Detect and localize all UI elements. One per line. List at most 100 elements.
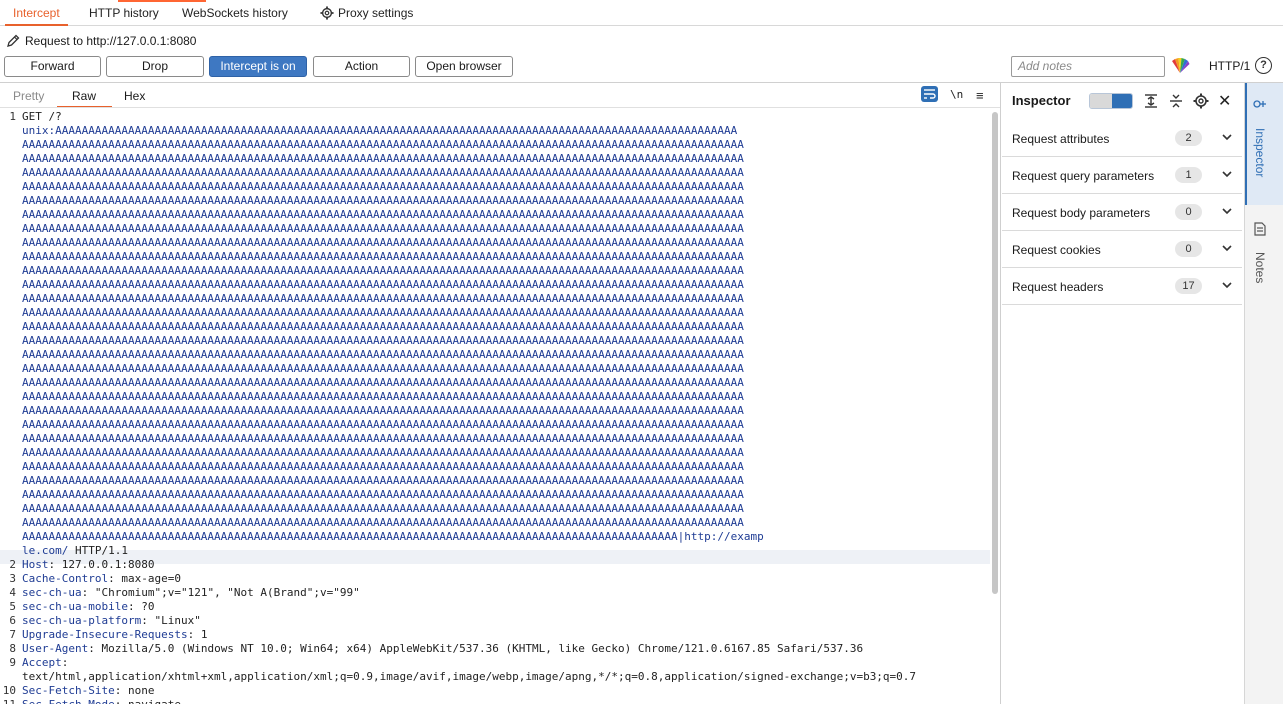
header-line: User-Agent: Mozilla/5.0 (Windows NT 10.0… bbox=[22, 642, 863, 656]
tab-websockets-history[interactable]: WebSockets history bbox=[182, 6, 288, 26]
proxy-settings-label: Proxy settings bbox=[338, 6, 414, 20]
query-param-line: AAAAAAAAAAAAAAAAAAAAAAAAAAAAAAAAAAAAAAAA… bbox=[22, 502, 744, 515]
query-param-line: AAAAAAAAAAAAAAAAAAAAAAAAAAAAAAAAAAAAAAAA… bbox=[22, 306, 744, 319]
header-name: sec-ch-ua-platform bbox=[22, 614, 142, 627]
inspector-title: Inspector bbox=[1012, 93, 1071, 108]
line-number bbox=[0, 670, 16, 684]
query-param-line: AAAAAAAAAAAAAAAAAAAAAAAAAAAAAAAAAAAAAAAA… bbox=[22, 530, 764, 544]
chevron-down-icon[interactable] bbox=[1221, 168, 1233, 180]
forward-button[interactable]: Forward bbox=[4, 56, 101, 77]
menu-icon[interactable]: ≡ bbox=[976, 88, 984, 103]
tab-http-history[interactable]: HTTP history bbox=[89, 6, 159, 26]
line-number: 3 bbox=[9, 572, 16, 585]
header-line: text/html,application/xhtml+xml,applicat… bbox=[22, 670, 916, 684]
query-param-line: AAAAAAAAAAAAAAAAAAAAAAAAAAAAAAAAAAAAAAAA… bbox=[22, 432, 744, 445]
line-number: 10 bbox=[2, 684, 16, 697]
close-icon[interactable]: ✕ bbox=[1218, 91, 1231, 111]
word-wrap-icon[interactable] bbox=[921, 86, 938, 102]
inspector-row-label: Request headers bbox=[1012, 280, 1104, 294]
line-number: 6 bbox=[9, 614, 16, 627]
query-param-line: AAAAAAAAAAAAAAAAAAAAAAAAAAAAAAAAAAAAAAAA… bbox=[22, 320, 744, 333]
header-value: "Linux" bbox=[147, 614, 201, 627]
chevron-down-icon[interactable] bbox=[1221, 205, 1233, 217]
chevron-down-icon[interactable] bbox=[1221, 242, 1233, 254]
editor-tab-raw[interactable]: Raw bbox=[56, 89, 113, 108]
inspector-row-label: Request attributes bbox=[1012, 132, 1110, 146]
query-param-url: le.com/ bbox=[22, 544, 69, 557]
query-param-line: AAAAAAAAAAAAAAAAAAAAAAAAAAAAAAAAAAAAAAAA… bbox=[22, 362, 744, 375]
query-param-line: AAAAAAAAAAAAAAAAAAAAAAAAAAAAAAAAAAAAAAAA… bbox=[22, 194, 744, 207]
count-badge: 2 bbox=[1175, 130, 1202, 146]
header-value: "Chromium";v="121", "Not A(Brand";v="99" bbox=[88, 586, 360, 599]
inspector-row-cookies[interactable]: Request cookies 0 bbox=[1002, 231, 1242, 268]
highlight-color-icon[interactable] bbox=[1170, 57, 1190, 75]
line-number: 4 bbox=[9, 586, 16, 599]
count-badge: 0 bbox=[1175, 241, 1202, 257]
collapse-all-icon[interactable] bbox=[1168, 93, 1184, 109]
chevron-down-icon[interactable] bbox=[1221, 131, 1233, 143]
header-value: navigate bbox=[121, 698, 181, 704]
request-target-label: Request to http://127.0.0.1:8080 bbox=[25, 34, 197, 48]
line-number: 5 bbox=[9, 600, 16, 613]
inspector-row-query-parameters[interactable]: Request query parameters 1 bbox=[1002, 157, 1242, 194]
help-icon[interactable]: ? bbox=[1255, 57, 1272, 74]
editor-tab-hex[interactable]: Hex bbox=[124, 89, 145, 106]
panel-divider[interactable] bbox=[1000, 83, 1001, 704]
query-param-line: AAAAAAAAAAAAAAAAAAAAAAAAAAAAAAAAAAAAAAAA… bbox=[22, 474, 744, 487]
split-view-icon[interactable] bbox=[1112, 94, 1132, 108]
request-editor[interactable]: 1 GET /? unix:AAAAAAAAAAAAAAAAAAAAAAAAAA… bbox=[0, 110, 996, 704]
query-param-line: AAAAAAAAAAAAAAAAAAAAAAAAAAAAAAAAAAAAAAAA… bbox=[22, 404, 744, 417]
list-view-icon[interactable] bbox=[1090, 94, 1112, 108]
query-param-value: AAAAAAAAAAAAAAAAAAAAAAAAAAAAAAAAAAAAAAAA… bbox=[55, 124, 738, 137]
query-param-line: AAAAAAAAAAAAAAAAAAAAAAAAAAAAAAAAAAAAAAAA… bbox=[22, 460, 744, 473]
query-param-line: AAAAAAAAAAAAAAAAAAAAAAAAAAAAAAAAAAAAAAAA… bbox=[22, 292, 744, 305]
inspector-tab-icon[interactable] bbox=[1253, 98, 1267, 110]
tab-intercept[interactable]: Intercept bbox=[5, 6, 68, 26]
drop-button[interactable]: Drop bbox=[106, 56, 204, 77]
header-line: sec-ch-ua-mobile: ?0 bbox=[22, 600, 154, 614]
add-notes-field[interactable]: Add notes bbox=[1011, 56, 1165, 77]
inspector-row-headers[interactable]: Request headers 17 bbox=[1002, 268, 1242, 305]
query-param-line: AAAAAAAAAAAAAAAAAAAAAAAAAAAAAAAAAAAAAAAA… bbox=[22, 348, 744, 361]
query-param-line: AAAAAAAAAAAAAAAAAAAAAAAAAAAAAAAAAAAAAAAA… bbox=[22, 418, 744, 431]
header-colon: : bbox=[61, 656, 69, 669]
editor-scrollbar[interactable] bbox=[992, 112, 998, 594]
show-newlines-icon[interactable]: \n bbox=[950, 88, 963, 101]
side-tab-notes[interactable]: Notes bbox=[1253, 252, 1267, 283]
header-colon: : bbox=[108, 572, 115, 585]
editor-tab-divider bbox=[0, 107, 1000, 108]
proxy-accent-bar bbox=[118, 0, 206, 2]
action-button[interactable]: Action bbox=[313, 56, 410, 77]
open-browser-button[interactable]: Open browser bbox=[415, 56, 513, 77]
chevron-down-icon[interactable] bbox=[1221, 279, 1233, 291]
header-line: sec-ch-ua-platform: "Linux" bbox=[22, 614, 201, 628]
notes-tab-icon[interactable] bbox=[1254, 222, 1266, 236]
inspector-settings-icon[interactable] bbox=[1193, 93, 1209, 109]
http-version-toggle[interactable]: HTTP/1 bbox=[1209, 59, 1250, 73]
query-param-url: |http://examp bbox=[677, 530, 764, 543]
toolbar-divider bbox=[0, 82, 1283, 83]
header-value: 1 bbox=[194, 628, 208, 641]
line-number: 11 bbox=[0, 698, 16, 704]
line-number: 9 bbox=[9, 656, 16, 669]
query-param-line: AAAAAAAAAAAAAAAAAAAAAAAAAAAAAAAAAAAAAAAA… bbox=[22, 222, 744, 235]
layout-toggle[interactable] bbox=[1089, 93, 1133, 109]
inspector-row-request-attributes[interactable]: Request attributes 2 bbox=[1002, 120, 1242, 157]
inspector-row-body-parameters[interactable]: Request body parameters 0 bbox=[1002, 194, 1242, 231]
header-line: Accept: bbox=[22, 656, 68, 670]
header-value: text/html,application/xhtml+xml,applicat… bbox=[22, 670, 917, 683]
intercept-toggle-button[interactable]: Intercept is on bbox=[209, 56, 307, 77]
expand-all-icon[interactable] bbox=[1143, 93, 1159, 109]
side-tab-inspector[interactable]: Inspector bbox=[1253, 128, 1267, 177]
pencil-icon[interactable] bbox=[6, 34, 20, 48]
inspector-row-label: Request body parameters bbox=[1012, 206, 1151, 220]
request-target: Request to http://127.0.0.1:8080 bbox=[6, 34, 196, 50]
query-param-line: AAAAAAAAAAAAAAAAAAAAAAAAAAAAAAAAAAAAAAAA… bbox=[22, 264, 744, 277]
editor-tab-pretty[interactable]: Pretty bbox=[13, 89, 44, 106]
header-value: Mozilla/5.0 (Windows NT 10.0; Win64; x64… bbox=[94, 642, 864, 655]
header-value: 127.0.0.1:8080 bbox=[55, 558, 155, 571]
header-name: Cache-Control bbox=[22, 572, 109, 585]
tab-proxy-settings[interactable]: Proxy settings bbox=[320, 6, 413, 26]
query-param-line: AAAAAAAAAAAAAAAAAAAAAAAAAAAAAAAAAAAAAAAA… bbox=[22, 516, 744, 529]
header-value: max-age=0 bbox=[114, 572, 181, 585]
